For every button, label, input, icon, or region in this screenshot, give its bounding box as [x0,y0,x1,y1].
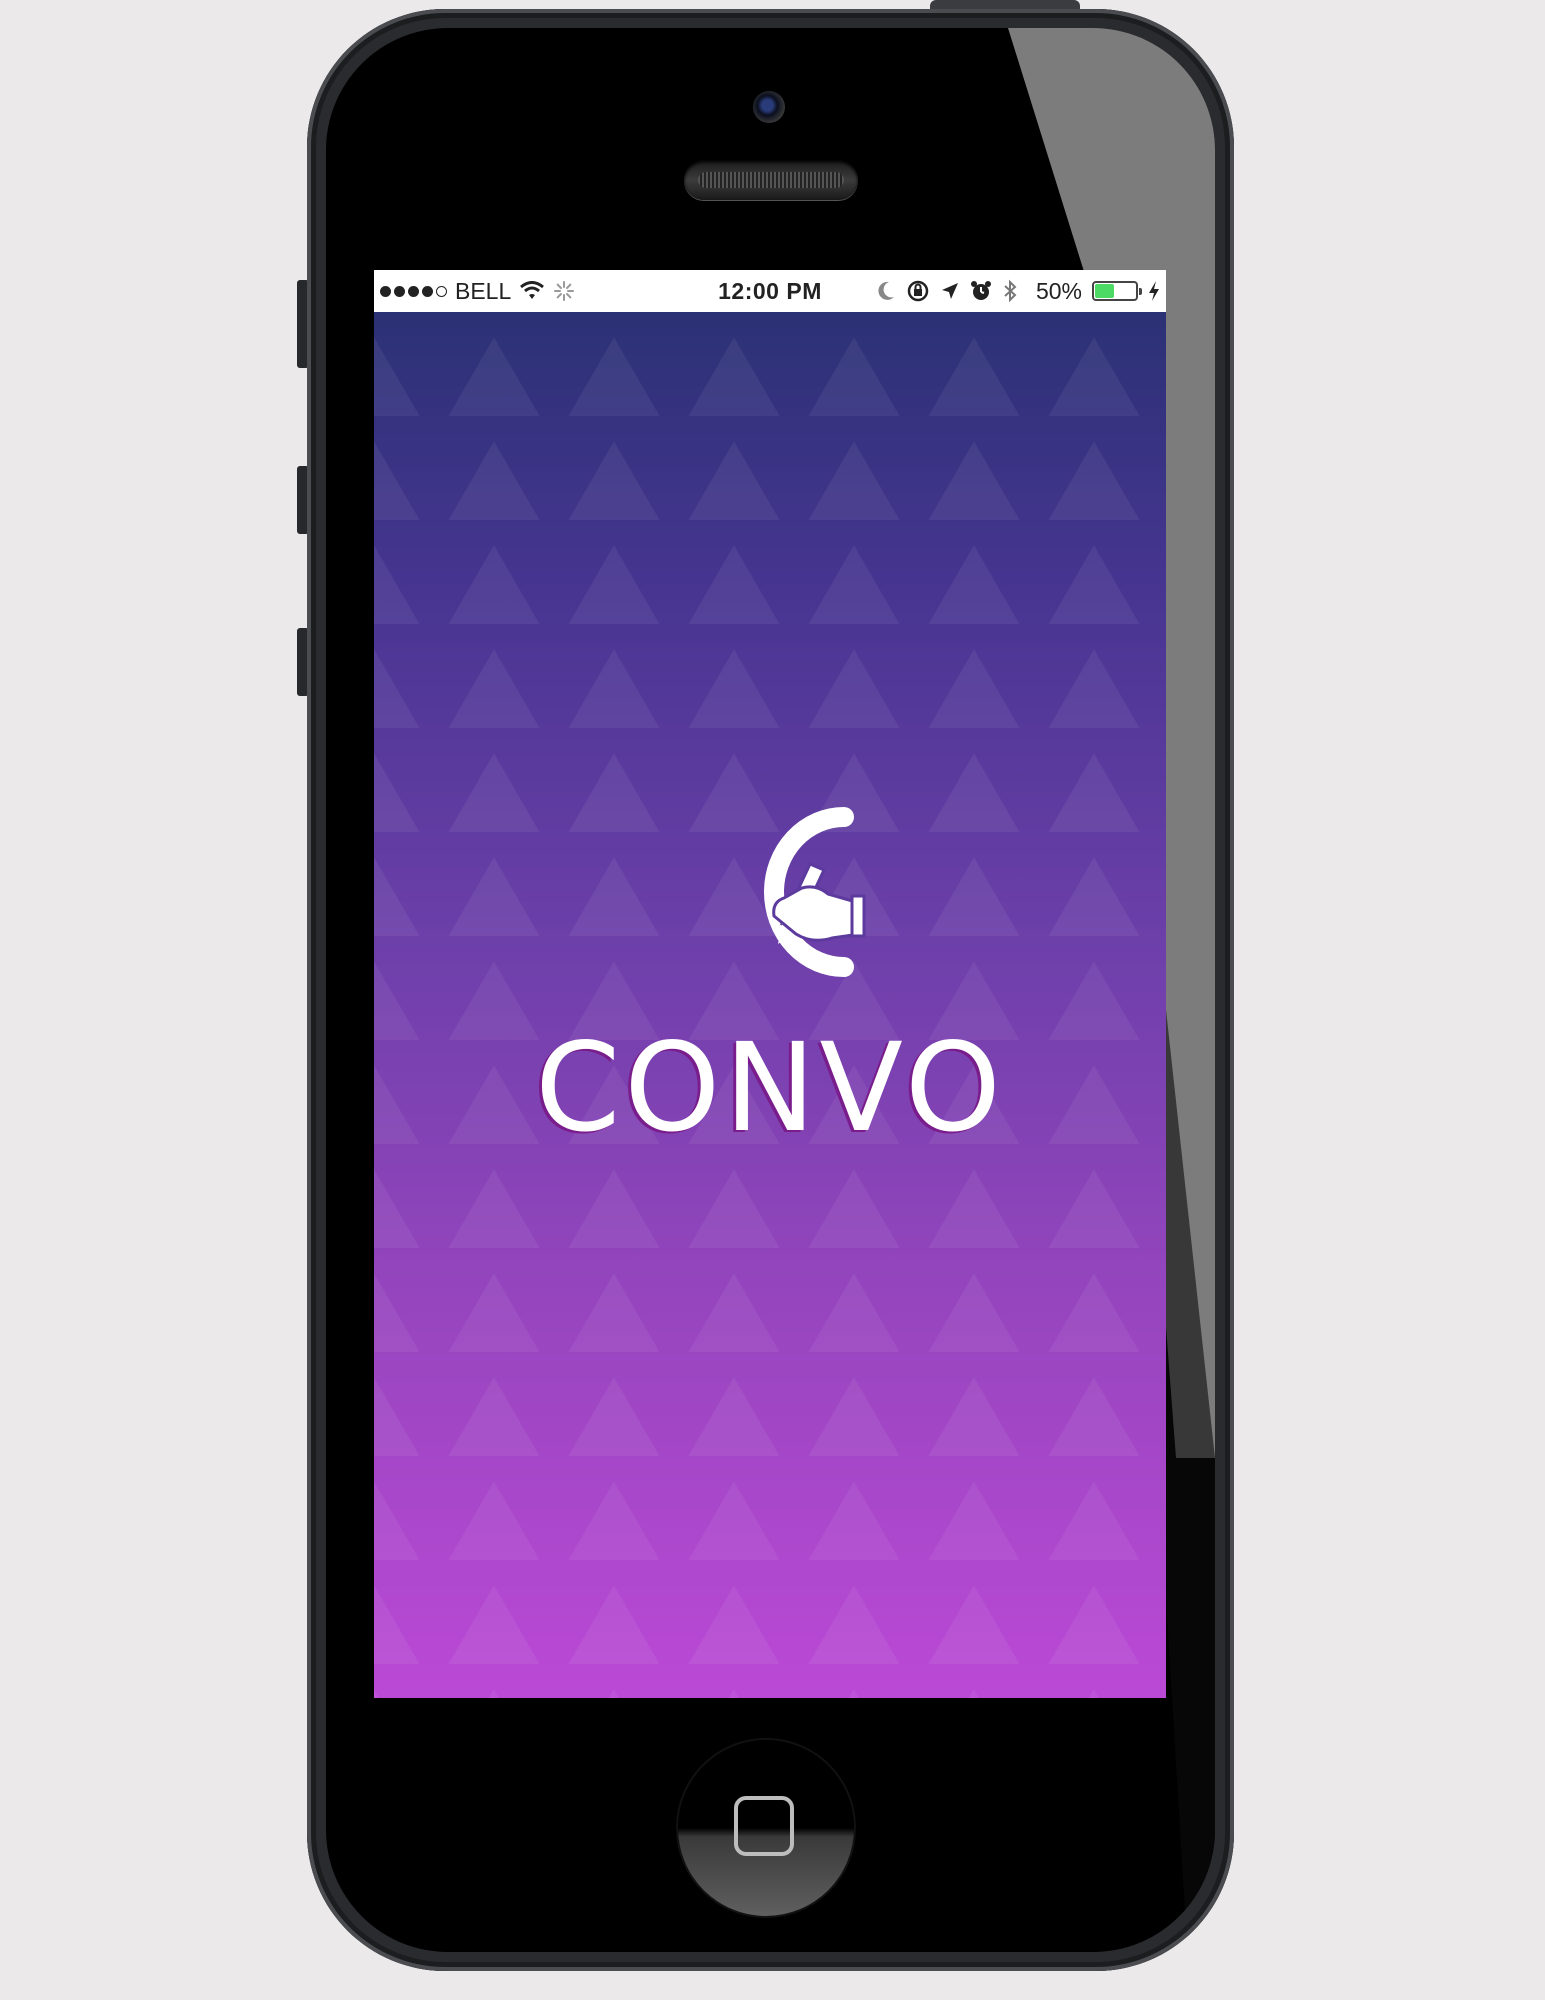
phone-screen: BELL 12:00 PM 50% CONVO [374,270,1166,1698]
app-name-title: CONVO [535,1017,1005,1159]
alarm-icon [970,281,991,300]
home-button[interactable] [678,1740,854,1916]
battery-percent: 50% [1035,277,1082,304]
battery-level-fill [1095,284,1114,298]
rotation-lock-icon [907,280,929,302]
status-right: 50% [876,270,1160,312]
bluetooth-icon [1004,279,1017,303]
front-camera [753,91,785,123]
c-hand-pen-logo-icon [764,807,866,977]
triangle-pattern [374,312,1166,1698]
splash-background: CONVO [374,312,1166,1698]
moon-icon [878,281,894,300]
home-square-icon [734,1796,794,1856]
location-arrow-icon [941,283,958,299]
status-bar: BELL 12:00 PM 50% [374,270,1166,312]
battery-icon [1092,281,1142,301]
earpiece-speaker [684,160,858,200]
charging-bolt-icon [1149,281,1159,301]
